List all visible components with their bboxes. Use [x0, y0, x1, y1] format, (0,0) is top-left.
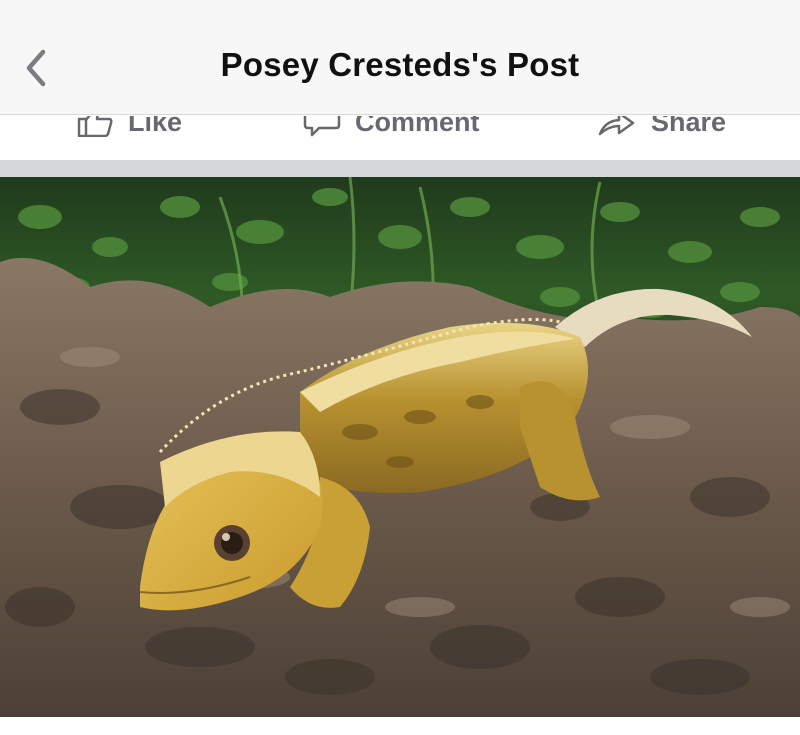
share-arrow-icon — [598, 116, 635, 136]
post-header: Posey Cresteds's Post — [0, 0, 800, 115]
speech-bubble-icon — [303, 116, 341, 137]
thumbs-up-icon — [77, 116, 113, 137]
comment-label: Comment — [355, 116, 480, 137]
post-photo-crested-gecko[interactable] — [0, 177, 800, 717]
like-label: Like — [128, 116, 183, 137]
post-action-bar: Like Comment Share — [0, 116, 800, 160]
share-label: Share — [651, 116, 727, 137]
gecko-photo-illustration — [0, 177, 800, 717]
comment-button[interactable]: Comment — [303, 116, 480, 142]
section-divider — [0, 160, 800, 177]
bottom-spacer — [0, 717, 800, 735]
share-button[interactable]: Share — [597, 116, 726, 142]
page-title: Posey Cresteds's Post — [220, 46, 580, 83]
like-button[interactable]: Like — [76, 116, 182, 142]
